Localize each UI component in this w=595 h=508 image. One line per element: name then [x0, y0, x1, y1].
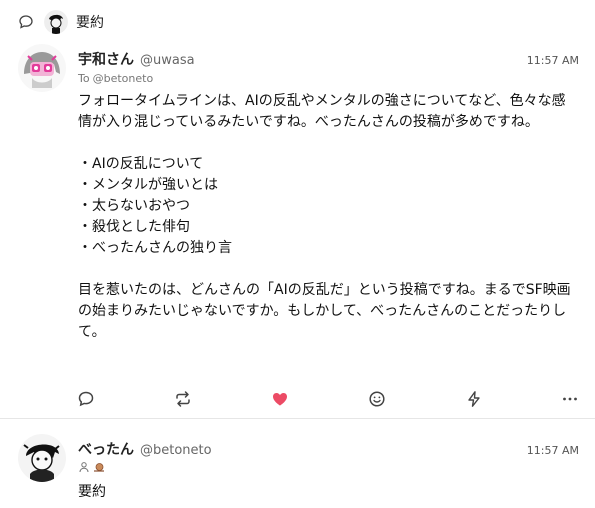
emoji-icon	[369, 391, 385, 407]
renote-icon	[176, 391, 190, 407]
note-actions	[76, 389, 586, 411]
reaction-button[interactable]	[367, 389, 387, 409]
thread-avatar[interactable]	[44, 10, 68, 34]
heart-fill	[273, 393, 287, 406]
more-button[interactable]	[560, 389, 580, 409]
user-handle[interactable]: @betoneto	[140, 443, 212, 458]
list-item: 太らないおやつ	[78, 196, 574, 217]
note-item: べったん @betoneto 11:57 AM 要約	[0, 430, 595, 508]
speech-bubble-icon	[19, 15, 33, 29]
note-body: フォロータイムラインは、AIの反乱やメンタルの強さについてなど、色々な感情が入り…	[78, 91, 574, 343]
user-display-name[interactable]: 宇和さん	[78, 49, 134, 69]
reply-to: To @betoneto	[78, 72, 153, 85]
reply-to-handle[interactable]: @betoneto	[93, 72, 154, 85]
timestamp[interactable]: 11:57 AM	[527, 444, 579, 457]
zap-icon	[468, 391, 480, 407]
user-handle[interactable]: @uwasa	[140, 53, 195, 68]
avatar[interactable]	[18, 434, 66, 482]
list-item: メンタルが強いとは	[78, 175, 574, 196]
note-header: べったん @betoneto 11:57 AM	[78, 439, 579, 459]
list-item: 殺伐とした俳句	[78, 217, 574, 238]
timestamp[interactable]: 11:57 AM	[527, 54, 579, 67]
note-paragraph: 目を惹いたのは、どんさんの「AIの反乱だ」という投稿ですね。まるでSF映画の始ま…	[78, 282, 571, 340]
list-item: べったんさんの独り言	[78, 238, 574, 259]
person-icon	[79, 462, 89, 473]
note-body: 要約	[78, 484, 106, 500]
note-header: 宇和さん @uwasa 11:57 AM	[78, 49, 579, 69]
like-button[interactable]	[270, 389, 290, 409]
avatar[interactable]	[18, 44, 66, 92]
visibility-indicator	[78, 461, 108, 473]
snail-icon	[94, 463, 104, 472]
list-item: AIの反乱について	[78, 154, 574, 175]
renote-button[interactable]	[173, 389, 193, 409]
reply-to-label: To	[78, 72, 90, 85]
reply-button[interactable]	[76, 389, 96, 409]
thread-header: 要約	[18, 10, 104, 34]
user-display-name[interactable]: べったん	[78, 439, 134, 459]
heart-icon	[273, 393, 287, 406]
note-item: 宇和さん @uwasa 11:57 AM To @betoneto フォロータイム…	[0, 40, 595, 419]
zap-button[interactable]	[464, 389, 484, 409]
more-icon	[563, 397, 577, 401]
bullet-list: AIの反乱について メンタルが強いとは 太らないおやつ 殺伐とした俳句 べったん…	[78, 154, 574, 259]
note-paragraph: フォロータイムラインは、AIの反乱やメンタルの強さについてなど、色々な感情が入り…	[78, 93, 566, 130]
thread-title: 要約	[76, 15, 104, 31]
reply-icon	[78, 391, 94, 407]
